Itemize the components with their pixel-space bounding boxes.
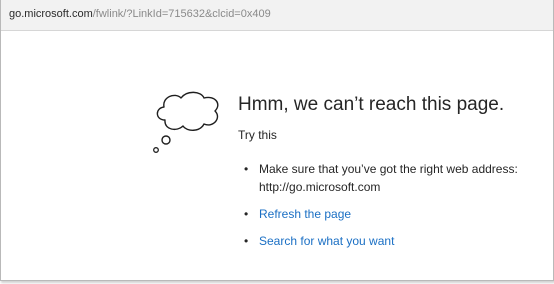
try-this-label: Try this <box>238 128 277 142</box>
bullet: • <box>244 207 249 221</box>
suggestion-address-url: http://go.microsoft.com <box>259 180 381 194</box>
error-headline: Hmm, we can’t reach this page. <box>238 94 505 115</box>
address-bar[interactable]: go.microsoft.com/fwlink/?LinkId=715632&c… <box>1 0 553 31</box>
bullet: • <box>244 162 249 176</box>
address-host: go.microsoft.com <box>9 8 93 20</box>
browser-window: go.microsoft.com/fwlink/?LinkId=715632&c… <box>0 0 554 281</box>
bullet: • <box>244 234 249 248</box>
search-link[interactable]: Search for what you want <box>259 234 394 248</box>
suggestion-check-address-text: Make sure that you’ve got the right web … <box>259 162 518 176</box>
address-url[interactable]: go.microsoft.com/fwlink/?LinkId=715632&c… <box>9 7 271 21</box>
address-path: /fwlink/?LinkId=715632&clcid=0x409 <box>92 8 271 20</box>
thought-cloud-icon <box>153 91 219 153</box>
refresh-page-link[interactable]: Refresh the page <box>259 207 351 221</box>
